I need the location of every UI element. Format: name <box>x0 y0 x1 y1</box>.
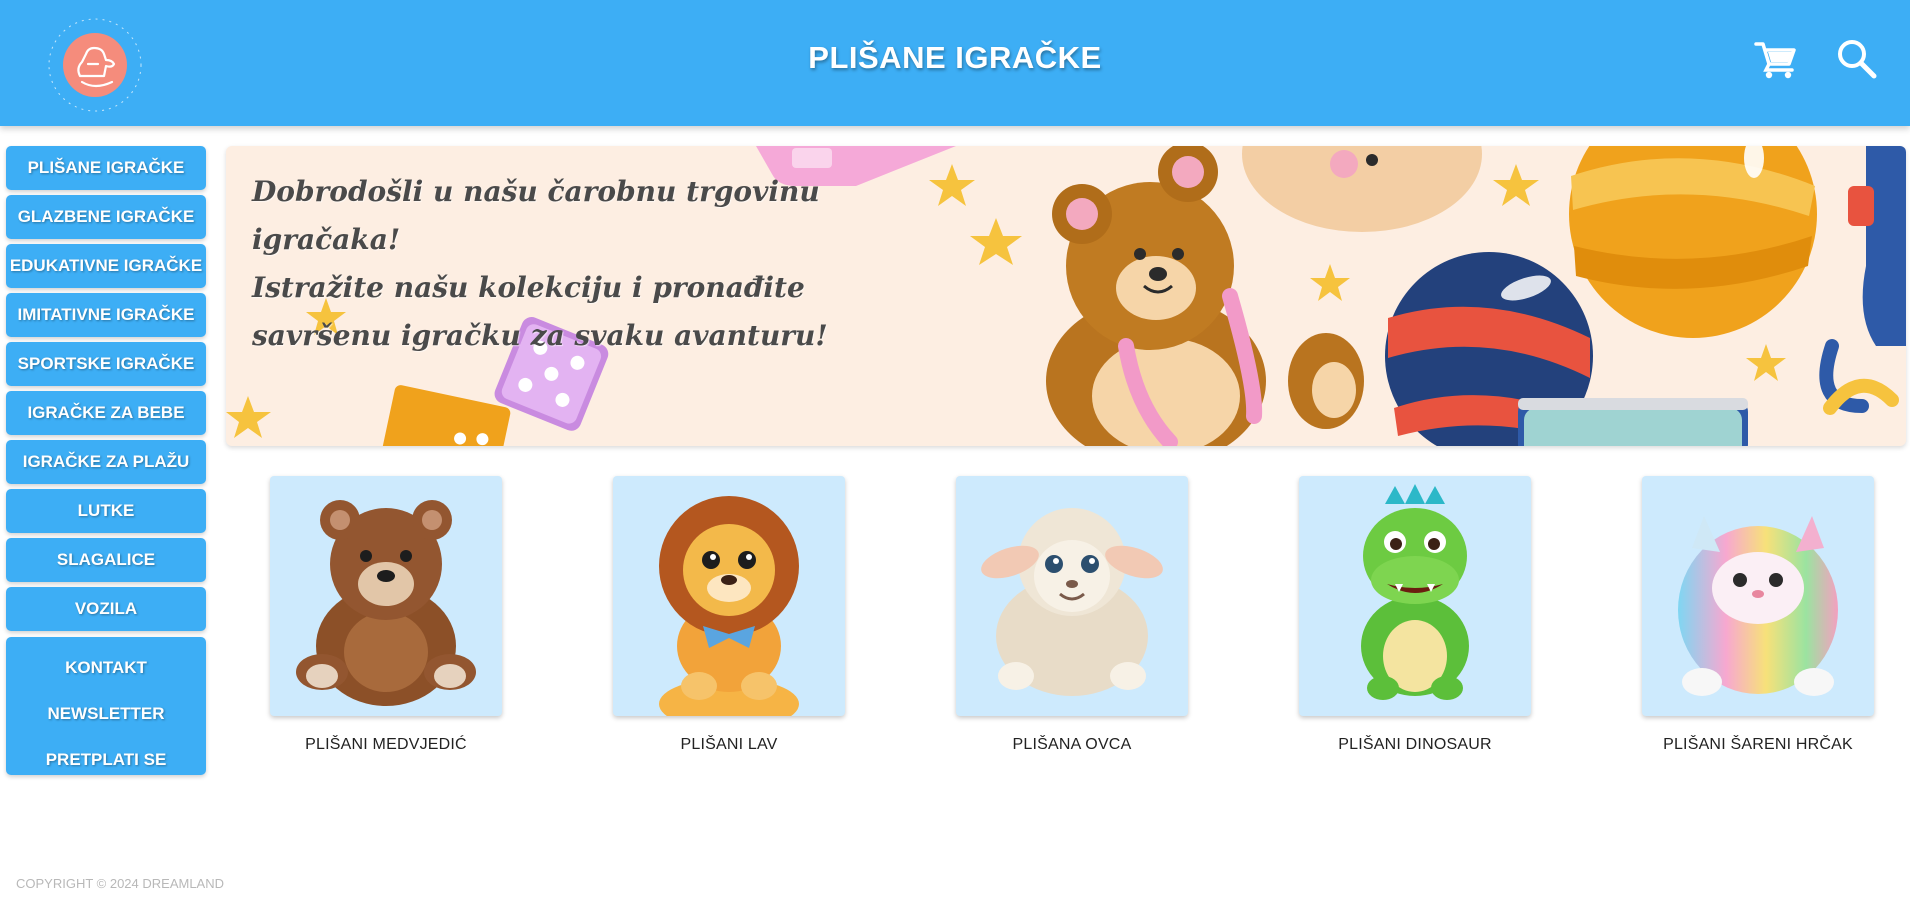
category-sidebar: PLIŠANE IGRAČKE GLAZBENE IGRAČKE EDUKATI… <box>6 146 206 775</box>
sidebar-item-igracke-za-plazu[interactable]: IGRAČKE ZA PLAŽU <box>6 440 206 484</box>
welcome-banner: Dobrodošli u našu čarobnu trgovinu igrač… <box>226 146 1906 446</box>
sidebar-link-group: KONTAKT NEWSLETTER PRETPLATI SE <box>6 637 206 775</box>
product-image-sheep[interactable] <box>956 476 1188 716</box>
product-image-rainbow-hamster[interactable] <box>1642 476 1874 716</box>
sidebar-item-sportske-igracke[interactable]: SPORTSKE IGRAČKE <box>6 342 206 386</box>
dinosaur-icon <box>1361 484 1469 700</box>
sidebar-item-slagalice[interactable]: SLAGALICE <box>6 538 206 582</box>
sheep-icon <box>981 508 1163 696</box>
product-name[interactable]: PLIŠANI MEDVJEDIĆ <box>266 736 506 754</box>
product-name[interactable]: PLIŠANI LAV <box>609 736 849 754</box>
sidebar-item-imitativne-igracke[interactable]: IMITATIVNE IGRAČKE <box>6 293 206 337</box>
sidebar-item-vozila[interactable]: VOZILA <box>6 587 206 631</box>
sidebar-item-lutke[interactable]: LUTKE <box>6 489 206 533</box>
welcome-line-3: savršenu igračku za svaku avanturu! <box>252 319 828 352</box>
welcome-line-2: Istražite našu kolekciju i pronađite <box>252 271 805 304</box>
product-card-dinosaur[interactable]: PLIŠANI DINOSAUR <box>1295 476 1535 754</box>
search-icon[interactable] <box>1834 36 1880 82</box>
product-card-hrcak[interactable]: PLIŠANI ŠARENI HRČAK <box>1638 476 1878 754</box>
sidebar-item-plisane-igracke[interactable]: PLIŠANE IGRAČKE <box>6 146 206 190</box>
product-image-dinosaur[interactable] <box>1299 476 1531 716</box>
sidebar-item-glazbene-igracke[interactable]: GLAZBENE IGRAČKE <box>6 195 206 239</box>
teddy-bear-icon <box>296 500 476 706</box>
welcome-message: Dobrodošli u našu čarobnu trgovinu igrač… <box>252 168 892 360</box>
product-grid: PLIŠANI MEDVJEDIĆ PLIŠANI LAV PLIŠANA OV… <box>226 476 1906 766</box>
page-title: PLIŠANE IGRAČKE <box>808 40 1102 75</box>
sidebar-item-igracke-za-bebe[interactable]: IGRAČKE ZA BEBE <box>6 391 206 435</box>
product-card-medvjedic[interactable]: PLIŠANI MEDVJEDIĆ <box>266 476 506 754</box>
product-card-lav[interactable]: PLIŠANI LAV <box>609 476 849 754</box>
product-name[interactable]: PLIŠANI ŠARENI HRČAK <box>1638 736 1878 754</box>
footer-copyright: COPYRIGHT © 2024 DREAMLAND <box>16 876 225 891</box>
lion-icon <box>659 496 799 716</box>
product-image-lion[interactable] <box>613 476 845 716</box>
top-header: PLIŠANE IGRAČKE <box>0 0 1910 126</box>
rainbow-hamster-icon <box>1678 516 1838 696</box>
newsletter-link[interactable]: NEWSLETTER <box>6 691 206 737</box>
product-card-ovca[interactable]: PLIŠANA OVCA <box>952 476 1192 754</box>
product-name[interactable]: PLIŠANI DINOSAUR <box>1295 736 1535 754</box>
welcome-line-1: Dobrodošli u našu čarobnu trgovinu igrač… <box>252 175 820 256</box>
subscribe-link[interactable]: PRETPLATI SE <box>6 737 206 783</box>
cart-icon[interactable] <box>1752 36 1798 82</box>
sidebar-item-edukativne-igracke[interactable]: EDUKATIVNE IGRAČKE <box>6 244 206 288</box>
product-image-teddy-bear[interactable] <box>270 476 502 716</box>
product-name[interactable]: PLIŠANA OVCA <box>952 736 1192 754</box>
kontakt-link[interactable]: KONTAKT <box>6 645 206 691</box>
